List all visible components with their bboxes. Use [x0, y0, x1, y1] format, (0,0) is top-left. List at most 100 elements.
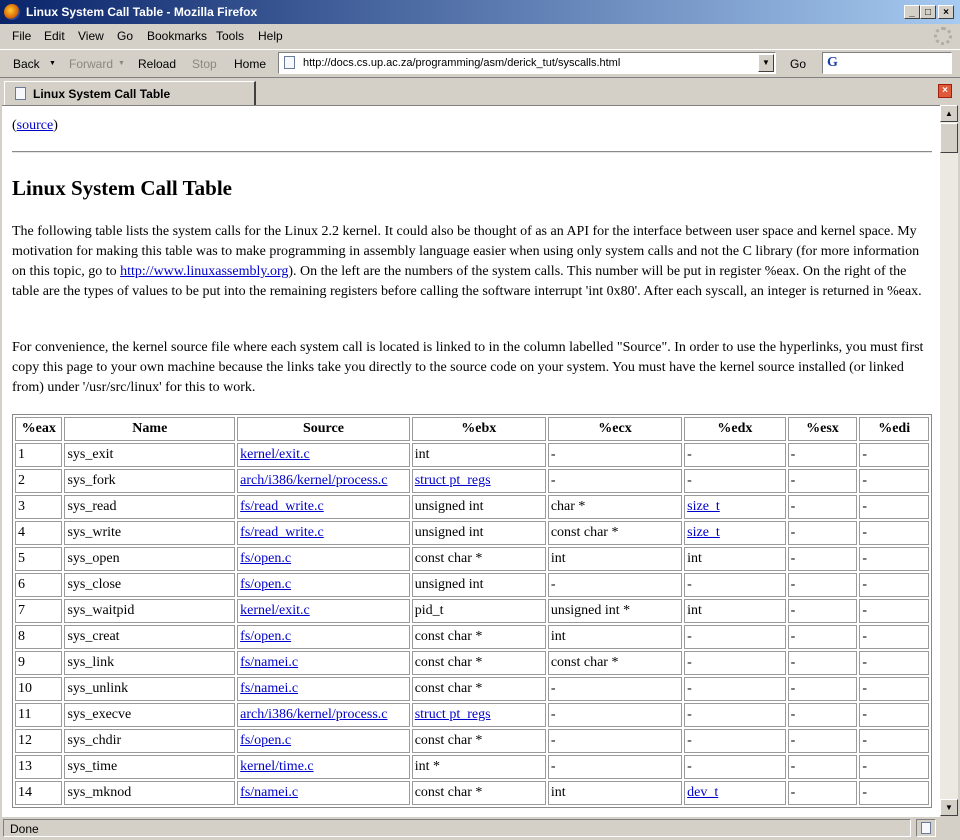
table-cell: -	[787, 573, 858, 597]
type-link[interactable]: size_t	[687, 499, 720, 514]
menu-view[interactable]: View	[78, 29, 104, 43]
table-cell: const char *	[411, 625, 546, 649]
address-url[interactable]: http://docs.cs.up.ac.za/programming/asm/…	[303, 57, 620, 69]
source-file-link[interactable]: kernel/time.c	[240, 759, 313, 774]
table-cell: -	[684, 469, 786, 493]
column-header: %ecx	[547, 417, 683, 441]
menu-edit[interactable]: Edit	[44, 29, 65, 43]
source-file-link[interactable]: fs/namei.c	[240, 785, 298, 800]
window-titlebar: Linux System Call Table - Mozilla Firefo…	[0, 0, 960, 24]
address-dropdown-icon[interactable]: ▼	[758, 54, 774, 72]
close-window-button[interactable]: ×	[938, 5, 954, 19]
scroll-thumb[interactable]	[940, 123, 958, 153]
table-cell: -	[859, 443, 929, 467]
source-file-link[interactable]: arch/i386/kernel/process.c	[240, 707, 387, 722]
table-cell: sys_unlink	[64, 677, 236, 701]
table-cell: -	[859, 521, 929, 545]
table-cell: struct pt_regs	[411, 469, 546, 493]
table-row: 1 sys_exit kernel/exit.c int - - - -	[15, 443, 929, 467]
minimize-button[interactable]: _	[904, 5, 920, 19]
menu-help[interactable]: Help	[258, 29, 283, 43]
tab-active[interactable]: Linux System Call Table	[4, 81, 256, 105]
table-cell: -	[787, 677, 858, 701]
menu-tools[interactable]: Tools	[216, 29, 244, 43]
table-cell: unsigned int	[411, 521, 546, 545]
scroll-down-arrow-icon[interactable]: ▼	[940, 799, 958, 816]
table-cell: int	[547, 547, 683, 571]
table-row: 12 sys_chdir fs/open.c const char * - - - -	[15, 729, 929, 753]
table-cell: arch/i386/kernel/process.c	[237, 703, 410, 727]
table-cell: 12	[15, 729, 63, 753]
table-row: 13 sys_time kernel/time.c int * - - - -	[15, 755, 929, 779]
source-link[interactable]: source	[17, 118, 54, 133]
menu-bookmarks[interactable]: Bookmarks	[147, 29, 207, 43]
table-cell: sys_close	[64, 573, 236, 597]
page-content: (source) Linux System Call Table The fol…	[2, 105, 940, 817]
type-link[interactable]: size_t	[687, 525, 720, 540]
source-file-link[interactable]: fs/read_write.c	[240, 499, 324, 514]
type-link[interactable]: dev_t	[687, 785, 718, 800]
table-cell: -	[787, 443, 858, 467]
back-button[interactable]: Back	[13, 57, 40, 71]
table-cell: int	[547, 625, 683, 649]
table-cell: size_t	[684, 521, 786, 545]
source-file-link[interactable]: fs/namei.c	[240, 655, 298, 670]
table-cell: 2	[15, 469, 63, 493]
scroll-up-arrow-icon[interactable]: ▲	[940, 105, 958, 122]
source-file-link[interactable]: fs/open.c	[240, 733, 291, 748]
table-cell: -	[787, 521, 858, 545]
table-cell: -	[684, 625, 786, 649]
table-cell: kernel/exit.c	[237, 599, 410, 623]
column-header: %eax	[15, 417, 63, 441]
forward-dropdown-icon[interactable]: ▼	[118, 60, 125, 67]
source-file-link[interactable]: fs/open.c	[240, 577, 291, 592]
table-cell: kernel/time.c	[237, 755, 410, 779]
table-cell: pid_t	[411, 599, 546, 623]
table-cell: -	[547, 443, 683, 467]
close-tab-button[interactable]: ×	[938, 84, 952, 98]
source-file-link[interactable]: fs/namei.c	[240, 681, 298, 696]
type-link[interactable]: struct pt_regs	[415, 707, 491, 722]
convenience-paragraph: For convenience, the kernel source file …	[12, 340, 924, 395]
source-file-link[interactable]: kernel/exit.c	[240, 447, 310, 462]
table-cell: int	[547, 781, 683, 805]
table-cell: char *	[547, 495, 683, 519]
source-file-link[interactable]: kernel/exit.c	[240, 603, 310, 618]
table-cell: 14	[15, 781, 63, 805]
source-file-link[interactable]: fs/open.c	[240, 551, 291, 566]
table-cell: const char *	[411, 781, 546, 805]
home-button[interactable]: Home	[234, 57, 266, 71]
vertical-scrollbar[interactable]: ▲ ▼	[940, 105, 958, 816]
source-file-link[interactable]: fs/open.c	[240, 629, 291, 644]
address-bar[interactable]: http://docs.cs.up.ac.za/programming/asm/…	[278, 52, 776, 74]
table-cell: const char *	[547, 651, 683, 675]
table-cell: -	[684, 703, 786, 727]
maximize-button[interactable]: □	[920, 5, 936, 19]
go-button[interactable]: Go	[790, 57, 806, 71]
source-file-link[interactable]: fs/read_write.c	[240, 525, 324, 540]
page-info-icon[interactable]	[916, 819, 936, 837]
back-dropdown-icon[interactable]: ▼	[49, 60, 56, 67]
menu-file[interactable]: File	[12, 29, 31, 43]
table-cell: sys_chdir	[64, 729, 236, 753]
table-cell: fs/read_write.c	[237, 495, 410, 519]
column-header: %esx	[787, 417, 858, 441]
table-cell: sys_read	[64, 495, 236, 519]
syscall-table: %eax Name Source %ebx %ecx %edx %esx %edi 1 sys_…	[12, 414, 932, 808]
menu-go[interactable]: Go	[117, 29, 133, 43]
table-cell: -	[684, 651, 786, 675]
source-file-link[interactable]: arch/i386/kernel/process.c	[240, 473, 387, 488]
search-input[interactable]: G	[822, 52, 952, 74]
forward-button[interactable]: Forward	[69, 57, 113, 71]
reload-button[interactable]: Reload	[138, 57, 176, 71]
stop-button[interactable]: Stop	[192, 57, 217, 71]
table-cell: dev_t	[684, 781, 786, 805]
tab-page-icon	[15, 87, 26, 100]
table-row: 2 sys_fork arch/i386/kernel/process.c struc…	[15, 469, 929, 493]
type-link[interactable]: struct pt_regs	[415, 473, 491, 488]
table-cell: 13	[15, 755, 63, 779]
table-row: 9 sys_link fs/namei.c const char * const cha…	[15, 651, 929, 675]
google-search-icon[interactable]: G	[827, 55, 838, 71]
linuxassembly-link[interactable]: http://www.linuxassembly.org	[120, 264, 288, 279]
table-cell: -	[859, 495, 929, 519]
